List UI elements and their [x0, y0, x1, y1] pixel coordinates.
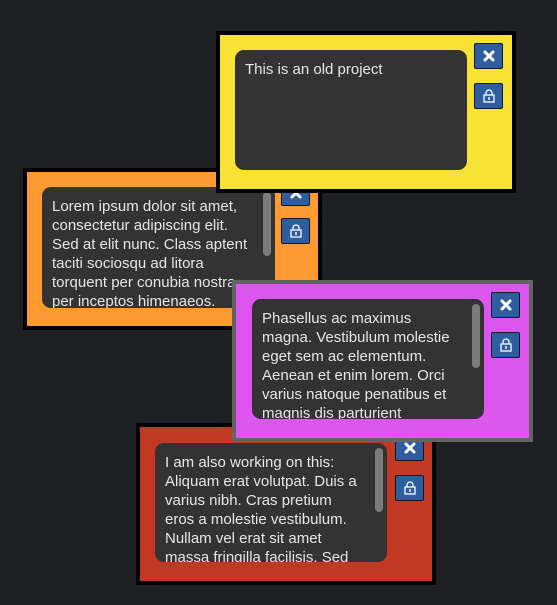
- note-text: This is an old project: [245, 61, 383, 78]
- lock-button[interactable]: [491, 332, 520, 358]
- note-text: I am also working on this: Aliquam erat …: [165, 454, 357, 562]
- note-text: Lorem ipsum dolor sit amet, consectetur …: [52, 198, 248, 308]
- lock-icon: [289, 224, 302, 238]
- lock-button[interactable]: [281, 218, 310, 244]
- scrollbar[interactable]: [472, 304, 480, 368]
- sticky-note-yellow[interactable]: This is an old project: [216, 31, 516, 193]
- sticky-note-magenta[interactable]: Phasellus ac maximus magna. Vestibulum m…: [232, 280, 533, 442]
- sticky-note-red[interactable]: I am also working on this: Aliquam erat …: [136, 423, 436, 585]
- close-button[interactable]: [491, 292, 520, 318]
- lock-icon: [403, 481, 416, 495]
- note-text-area[interactable]: I am also working on this: Aliquam erat …: [155, 443, 387, 562]
- note-text-area[interactable]: This is an old project: [235, 50, 467, 170]
- lock-icon: [482, 89, 495, 103]
- close-icon: [404, 442, 415, 454]
- lock-button[interactable]: [395, 475, 424, 501]
- close-button[interactable]: [474, 43, 503, 69]
- note-text: Phasellus ac maximus magna. Vestibulum m…: [262, 310, 450, 419]
- scrollbar[interactable]: [263, 192, 271, 256]
- close-icon: [483, 50, 494, 62]
- close-icon: [500, 299, 511, 311]
- lock-icon: [499, 338, 512, 352]
- lock-button[interactable]: [474, 83, 503, 109]
- note-text-area[interactable]: Phasellus ac maximus magna. Vestibulum m…: [252, 299, 484, 419]
- scrollbar[interactable]: [375, 448, 383, 512]
